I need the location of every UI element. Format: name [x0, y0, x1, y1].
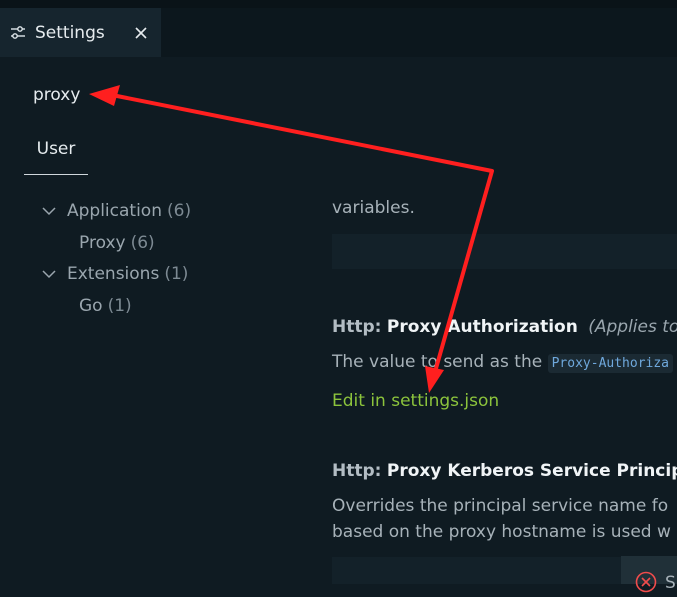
- toc-count: (1): [107, 296, 132, 316]
- close-icon[interactable]: [131, 23, 151, 43]
- toc-label: Proxy: [79, 233, 126, 253]
- toc-count: (6): [130, 233, 155, 253]
- toc-label: Application: [67, 201, 162, 221]
- edit-in-settings-json-link[interactable]: Edit in settings.json: [332, 391, 499, 411]
- toc-item-extensions[interactable]: Extensions (1): [40, 261, 188, 287]
- tab-settings[interactable]: Settings: [0, 8, 161, 57]
- setting-category: Http:: [332, 461, 382, 481]
- window-top-strip: [0, 0, 677, 8]
- description-text: The value to send as the: [332, 352, 543, 372]
- toc-item-application[interactable]: Application (6): [40, 198, 191, 224]
- toc-count: (1): [164, 264, 189, 284]
- notification-toast[interactable]: S: [621, 556, 677, 593]
- setting-title-proxy-authorization: Http: Proxy Authorization (Applies to a: [332, 317, 677, 337]
- setting-name: Proxy Kerberos Service Principal: [386, 461, 677, 481]
- toc-label: Extensions: [67, 264, 160, 284]
- settings-search-input[interactable]: [24, 76, 677, 114]
- toast-message: S: [665, 573, 676, 593]
- tab-user-label: User: [36, 139, 76, 159]
- setting-description: The value to send as the Proxy-Authoriza: [332, 352, 674, 373]
- error-icon: [635, 571, 657, 593]
- toc-count: (6): [167, 201, 192, 221]
- chevron-down-icon: [40, 202, 58, 220]
- setting-description-line: based on the proxy hostname is used w: [332, 522, 671, 542]
- settings-sliders-icon: [10, 25, 26, 41]
- setting-value-input[interactable]: [332, 234, 677, 269]
- toc-label: Go: [79, 296, 103, 316]
- tab-title: Settings: [35, 22, 105, 43]
- setting-title-proxy-kerberos: Http: Proxy Kerberos Service Principal: [332, 461, 677, 481]
- setting-description: variables.: [332, 198, 415, 218]
- setting-description-line: Overrides the principal service name fo: [332, 496, 669, 516]
- tab-user-settings[interactable]: User: [24, 139, 88, 175]
- setting-name: Proxy Authorization: [386, 317, 578, 337]
- setting-scope-note: (Applies to a: [588, 317, 677, 337]
- chevron-down-icon: [40, 265, 58, 283]
- setting-category: Http:: [332, 317, 382, 337]
- code-token: Proxy-Authoriza: [547, 354, 674, 373]
- toc-item-proxy[interactable]: Proxy (6): [79, 230, 155, 256]
- toc-item-go[interactable]: Go (1): [79, 293, 132, 319]
